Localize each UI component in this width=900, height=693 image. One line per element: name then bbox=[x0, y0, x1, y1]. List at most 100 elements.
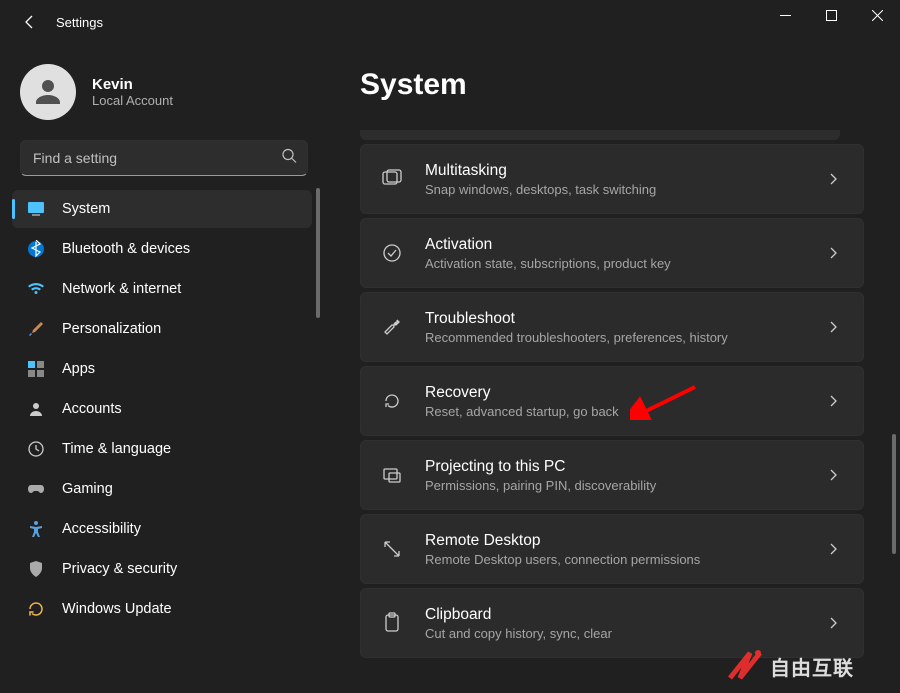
partial-card-top[interactable] bbox=[360, 130, 840, 140]
main-scrollbar[interactable] bbox=[892, 174, 896, 574]
card-title: Troubleshoot bbox=[425, 310, 821, 328]
card-sub: Remote Desktop users, connection permiss… bbox=[425, 552, 821, 567]
search-input[interactable] bbox=[33, 150, 271, 166]
card-title: Activation bbox=[425, 236, 821, 254]
card-recovery[interactable]: Recovery Reset, advanced startup, go bac… bbox=[360, 366, 864, 436]
titlebar: Settings bbox=[0, 0, 900, 44]
clipboard-icon bbox=[379, 610, 405, 636]
sidebar-item-apps[interactable]: Apps bbox=[12, 350, 312, 388]
sidebar-item-label: Accounts bbox=[62, 401, 122, 417]
card-title: Multitasking bbox=[425, 162, 821, 180]
sidebar-item-gaming[interactable]: Gaming bbox=[12, 470, 312, 508]
chevron-right-icon bbox=[821, 247, 845, 259]
recovery-icon bbox=[379, 388, 405, 414]
sidebar-item-label: Windows Update bbox=[62, 601, 172, 617]
sidebar-item-accessibility[interactable]: Accessibility bbox=[12, 510, 312, 548]
sidebar-item-label: Gaming bbox=[62, 481, 113, 497]
card-title: Recovery bbox=[425, 384, 821, 402]
card-text: Projecting to this PC Permissions, pairi… bbox=[425, 458, 821, 493]
maximize-icon bbox=[826, 10, 837, 21]
sidebar-item-label: Bluetooth & devices bbox=[62, 241, 190, 257]
person-icon bbox=[30, 74, 66, 110]
back-button[interactable] bbox=[12, 4, 48, 40]
back-icon bbox=[22, 14, 38, 30]
card-troubleshoot[interactable]: Troubleshoot Recommended troubleshooters… bbox=[360, 292, 864, 362]
card-title: Clipboard bbox=[425, 606, 821, 624]
apps-icon bbox=[26, 359, 46, 379]
sidebar-item-label: Network & internet bbox=[62, 281, 181, 297]
wifi-icon bbox=[26, 279, 46, 299]
card-sub: Reset, advanced startup, go back bbox=[425, 404, 821, 419]
card-sub: Recommended troubleshooters, preferences… bbox=[425, 330, 821, 345]
card-text: Troubleshoot Recommended troubleshooters… bbox=[425, 310, 821, 345]
card-text: Activation Activation state, subscriptio… bbox=[425, 236, 821, 271]
chevron-right-icon bbox=[821, 469, 845, 481]
card-sub: Cut and copy history, sync, clear bbox=[425, 626, 821, 641]
card-sub: Snap windows, desktops, task switching bbox=[425, 182, 821, 197]
page-title: System bbox=[360, 68, 888, 102]
card-title: Remote Desktop bbox=[425, 532, 821, 550]
chevron-right-icon bbox=[821, 321, 845, 333]
avatar bbox=[20, 64, 76, 120]
chevron-right-icon bbox=[821, 617, 845, 629]
profile-name: Kevin bbox=[92, 76, 173, 93]
card-text: Clipboard Cut and copy history, sync, cl… bbox=[425, 606, 821, 641]
profile-sub: Local Account bbox=[92, 93, 173, 108]
close-icon bbox=[872, 10, 883, 21]
activation-icon bbox=[379, 240, 405, 266]
card-title: Projecting to this PC bbox=[425, 458, 821, 476]
sidebar-item-label: Accessibility bbox=[62, 521, 141, 537]
settings-cards: Multitasking Snap windows, desktops, tas… bbox=[360, 130, 864, 658]
card-sub: Activation state, subscriptions, product… bbox=[425, 256, 821, 271]
minimize-icon bbox=[780, 10, 791, 21]
card-text: Multitasking Snap windows, desktops, tas… bbox=[425, 162, 821, 197]
search-wrap bbox=[8, 140, 320, 188]
close-button[interactable] bbox=[854, 0, 900, 30]
sidebar-item-label: Time & language bbox=[62, 441, 171, 457]
card-text: Remote Desktop Remote Desktop users, con… bbox=[425, 532, 821, 567]
card-sub: Permissions, pairing PIN, discoverabilit… bbox=[425, 478, 821, 493]
brush-icon bbox=[26, 319, 46, 339]
card-multitasking[interactable]: Multitasking Snap windows, desktops, tas… bbox=[360, 144, 864, 214]
content: Kevin Local Account System Bluetooth & d… bbox=[0, 44, 900, 693]
sidebar-item-update[interactable]: Windows Update bbox=[12, 590, 312, 628]
sidebar-item-privacy[interactable]: Privacy & security bbox=[12, 550, 312, 588]
maximize-button[interactable] bbox=[808, 0, 854, 30]
search-box[interactable] bbox=[20, 140, 308, 176]
sidebar-item-label: System bbox=[62, 201, 110, 217]
sidebar-item-label: Apps bbox=[62, 361, 95, 377]
sidebar-item-accounts[interactable]: Accounts bbox=[12, 390, 312, 428]
chevron-right-icon bbox=[821, 173, 845, 185]
window-controls bbox=[762, 0, 900, 30]
search-icon bbox=[281, 148, 297, 169]
update-icon bbox=[26, 599, 46, 619]
sidebar-item-label: Personalization bbox=[62, 321, 161, 337]
projecting-icon bbox=[379, 462, 405, 488]
minimize-button[interactable] bbox=[762, 0, 808, 30]
main-content: System Multitasking Snap windows, deskto… bbox=[320, 44, 900, 693]
sidebar-item-personalization[interactable]: Personalization bbox=[12, 310, 312, 348]
chevron-right-icon bbox=[821, 543, 845, 555]
wrench-icon bbox=[379, 314, 405, 340]
window-title: Settings bbox=[56, 15, 103, 30]
card-activation[interactable]: Activation Activation state, subscriptio… bbox=[360, 218, 864, 288]
card-text: Recovery Reset, advanced startup, go bac… bbox=[425, 384, 821, 419]
multitasking-icon bbox=[379, 166, 405, 192]
sidebar-item-system[interactable]: System bbox=[12, 190, 312, 228]
card-remote-desktop[interactable]: Remote Desktop Remote Desktop users, con… bbox=[360, 514, 864, 584]
chevron-right-icon bbox=[821, 395, 845, 407]
sidebar-item-label: Privacy & security bbox=[62, 561, 177, 577]
profile-block[interactable]: Kevin Local Account bbox=[8, 52, 320, 140]
bluetooth-icon bbox=[26, 239, 46, 259]
card-clipboard[interactable]: Clipboard Cut and copy history, sync, cl… bbox=[360, 588, 864, 658]
remote-desktop-icon bbox=[379, 536, 405, 562]
sidebar-item-network[interactable]: Network & internet bbox=[12, 270, 312, 308]
profile-text: Kevin Local Account bbox=[92, 76, 173, 108]
system-icon bbox=[26, 199, 46, 219]
sidebar-item-time[interactable]: Time & language bbox=[12, 430, 312, 468]
clock-icon bbox=[26, 439, 46, 459]
sidebar: Kevin Local Account System Bluetooth & d… bbox=[0, 44, 320, 693]
accounts-icon bbox=[26, 399, 46, 419]
card-projecting[interactable]: Projecting to this PC Permissions, pairi… bbox=[360, 440, 864, 510]
sidebar-item-bluetooth[interactable]: Bluetooth & devices bbox=[12, 230, 312, 268]
